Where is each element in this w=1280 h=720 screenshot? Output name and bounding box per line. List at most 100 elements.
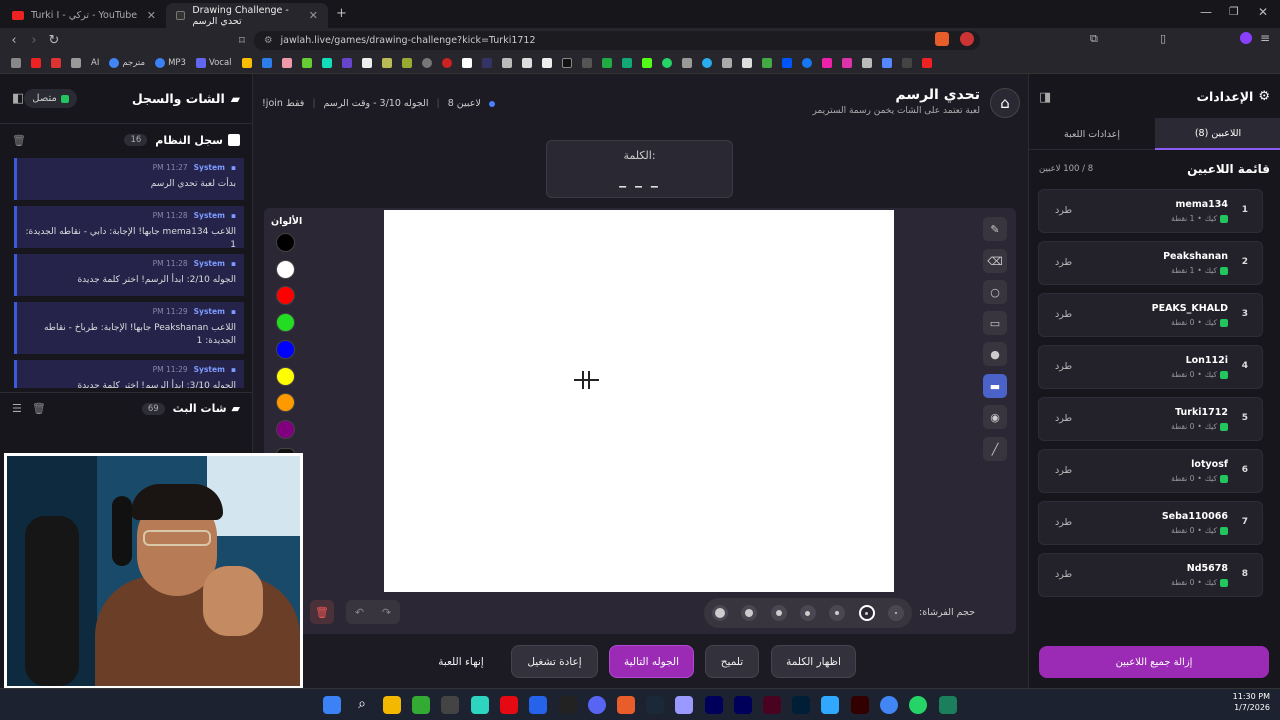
kick-player-button[interactable]: طرد	[1055, 465, 1072, 476]
whatsapp-icon[interactable]	[909, 696, 927, 714]
menu-icon[interactable]: ≡	[1260, 31, 1270, 45]
bookmark-amazon-icon[interactable]	[517, 57, 537, 68]
indesign-icon[interactable]	[763, 696, 781, 714]
app-blue-icon[interactable]	[529, 696, 547, 714]
brush-size-option[interactable]	[887, 605, 904, 621]
bookmark-youtube-icon[interactable]	[26, 57, 46, 68]
kick-player-button[interactable]: طرد	[1055, 205, 1072, 216]
trash-icon[interactable]: 🗑	[32, 402, 46, 415]
tab-youtube[interactable]: Turki I - تركي - YouTube ✕	[2, 3, 166, 28]
bookmark-slash-icon[interactable]	[577, 57, 597, 68]
bookmark-mp3[interactable]: MP3	[150, 57, 191, 68]
kick-player-button[interactable]: طرد	[1055, 361, 1072, 372]
hint-button[interactable]: تلميح	[705, 645, 759, 678]
back-icon[interactable]: ‹	[4, 33, 24, 48]
circle-tool[interactable]: ○	[983, 280, 1007, 304]
bookmark-work-icon[interactable]	[497, 57, 517, 68]
bookmark-gray-icon[interactable]	[677, 57, 697, 68]
remove-all-players-button[interactable]: إزالة جميع اللاعبين	[1039, 646, 1269, 678]
next-round-button[interactable]: الجوله التالية	[609, 645, 694, 678]
filter-icon[interactable]: ☰	[12, 402, 22, 415]
sidebar-icon[interactable]: ▯	[1160, 32, 1166, 45]
tab-game-settings[interactable]: إعدادات اللعبة	[1029, 118, 1155, 150]
undo-icon[interactable]: ↶	[355, 606, 364, 619]
bookmark-gdrive-icon[interactable]	[757, 57, 777, 68]
filled-rectangle-tool[interactable]: ▬	[983, 374, 1007, 398]
app-teal-icon[interactable]	[471, 696, 489, 714]
color-swatch[interactable]	[276, 339, 295, 359]
bookmark-notion-icon[interactable]	[357, 57, 377, 68]
end-game-button[interactable]: إنهاء اللعبة	[420, 645, 502, 678]
bookmark-pinterest-icon[interactable]	[437, 57, 457, 68]
bookmark-instagram-icon[interactable]	[837, 57, 857, 68]
bookmark-s-icon[interactable]	[537, 57, 557, 68]
app-icon[interactable]	[441, 696, 459, 714]
photoshop-icon[interactable]	[792, 696, 810, 714]
close-tab-icon[interactable]: ✕	[309, 9, 318, 22]
collapse-panel-icon[interactable]: ◧	[12, 91, 24, 106]
extensions-icon[interactable]: ⧉	[1090, 32, 1098, 46]
bookmark-vocal[interactable]: Vocal	[191, 57, 237, 68]
profile-icon[interactable]	[1240, 32, 1252, 44]
bookmark-ghost-icon[interactable]	[717, 57, 737, 68]
bookmark-olive-icon[interactable]	[397, 57, 417, 68]
collapse-panel-icon[interactable]: ◨	[1039, 90, 1051, 105]
bookmark-teal-icon[interactable]	[317, 57, 337, 68]
bookmark-leaf-icon[interactable]	[597, 57, 617, 68]
bookmark-translate[interactable]: مترجم	[104, 57, 150, 68]
new-tab-button[interactable]: +	[336, 6, 347, 21]
bookmark-telegram-icon[interactable]	[697, 57, 717, 68]
color-swatch[interactable]	[276, 313, 295, 333]
premiere-rush-icon[interactable]	[705, 696, 723, 714]
bookmark-green-icon[interactable]	[297, 57, 317, 68]
bookmark-navy-icon[interactable]	[477, 57, 497, 68]
bookmark-red-icon[interactable]	[46, 57, 66, 68]
premiere-icon[interactable]	[675, 696, 693, 714]
bookmark-x-icon[interactable]	[557, 57, 577, 68]
maximize-icon[interactable]: ❐	[1229, 5, 1239, 18]
bookmark-facebook-icon[interactable]	[797, 57, 817, 68]
brave-shield-icon[interactable]	[935, 32, 949, 46]
clear-canvas-button[interactable]: 🗑	[310, 600, 334, 624]
tab-players[interactable]: اللاعبين (8)	[1155, 118, 1280, 150]
bookmark-sheets-icon[interactable]	[617, 57, 637, 68]
brave-rewards-icon[interactable]	[960, 32, 974, 46]
url-field[interactable]: ⚙ jawlah.live/games/drawing-challenge?ki…	[254, 31, 980, 50]
line-tool[interactable]: ╱	[983, 437, 1007, 461]
after-effects-icon[interactable]	[734, 696, 752, 714]
bookmark-be-icon[interactable]	[777, 57, 797, 68]
forward-icon[interactable]: ›	[24, 33, 44, 48]
filled-circle-tool[interactable]: ●	[983, 342, 1007, 366]
brush-size-option[interactable]	[770, 605, 787, 621]
trash-icon[interactable]: 🗑	[12, 134, 26, 147]
illustrator-icon[interactable]	[851, 696, 869, 714]
apps-icon[interactable]	[6, 57, 26, 68]
kick-player-button[interactable]: طرد	[1055, 413, 1072, 424]
bookmark-ai[interactable]: AI	[86, 58, 104, 68]
site-info-icon[interactable]: ⚙	[264, 35, 273, 46]
search-icon[interactable]: ⌕	[353, 696, 371, 714]
minimize-icon[interactable]: —	[1200, 5, 1212, 19]
close-window-icon[interactable]: ✕	[1258, 5, 1268, 19]
drawing-canvas[interactable]	[384, 210, 894, 592]
bookmark-pink-icon[interactable]	[277, 57, 297, 68]
reload-icon[interactable]: ↻	[44, 33, 64, 48]
redo-icon[interactable]: ↷	[382, 606, 391, 619]
color-swatch[interactable]	[276, 233, 295, 252]
color-swatch[interactable]	[276, 419, 295, 439]
restart-button[interactable]: إعادة تشغيل	[511, 645, 598, 678]
minecraft-icon[interactable]	[412, 696, 430, 714]
show-word-button[interactable]: اظهار الكلمة	[771, 645, 856, 678]
bookmark-youtube2-icon[interactable]	[917, 57, 937, 68]
bookmark-blue-icon[interactable]	[257, 57, 277, 68]
epic-games-icon[interactable]	[559, 696, 577, 714]
discord-icon[interactable]	[588, 696, 606, 714]
brush-size-option[interactable]	[858, 605, 875, 621]
chrome-icon[interactable]	[880, 696, 898, 714]
eraser-tool[interactable]: ⌫	[983, 249, 1007, 273]
bookmark-icon[interactable]: ⌑	[232, 34, 252, 47]
bookmark-blank-icon[interactable]	[897, 57, 917, 68]
photoshop-beta-icon[interactable]	[821, 696, 839, 714]
brush-size-option[interactable]	[829, 605, 846, 621]
notepad-icon[interactable]	[939, 696, 957, 714]
